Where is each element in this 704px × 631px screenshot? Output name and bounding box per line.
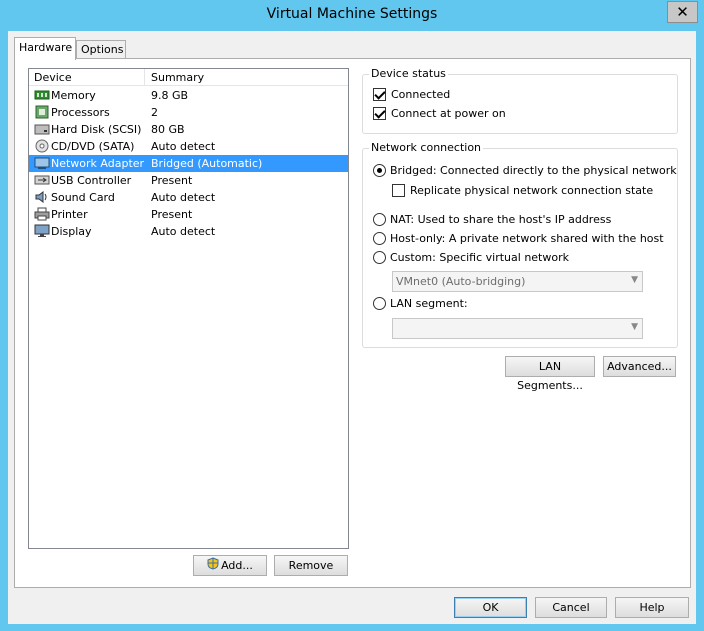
checkbox-box[interactable] [373,88,386,101]
device-summary: Bridged (Automatic) [151,157,263,170]
device-row-usb-controller[interactable]: USB Controller Present [29,172,348,189]
column-header-device[interactable]: Device [34,71,72,84]
hard-disk-icon [34,122,50,136]
radio-circle[interactable] [373,232,386,245]
lan-segments-button[interactable]: LAN Segments... [505,356,595,392]
device-name: Printer [51,208,88,221]
close-icon: ✕ [676,3,689,21]
radio-label: NAT: Used to share the host's IP address [390,213,612,226]
window-title: Virtual Machine Settings [266,6,438,22]
vm-settings-window: Virtual Machine Settings ✕ Hardware Opti… [0,0,704,631]
device-name: USB Controller [51,174,132,187]
column-header-summary[interactable]: Summary [151,71,204,84]
device-name: Processors [51,106,110,119]
network-adapter-icon [34,156,50,170]
hardware-panel: Device Summary Memory 9.8 GB Processors … [14,58,691,588]
close-button[interactable]: ✕ [667,1,698,23]
device-name: Hard Disk (SCSI) [51,123,142,136]
checkbox-box[interactable] [392,184,405,197]
device-summary: 9.8 GB [151,89,189,102]
title-bar[interactable]: Virtual Machine Settings ✕ [0,0,704,32]
help-button[interactable]: Help [615,597,689,618]
chevron-down-icon[interactable]: ▼ [631,322,638,332]
device-summary: Auto detect [151,225,216,238]
device-summary: Auto detect [151,140,216,153]
device-summary: 2 [151,106,158,119]
column-separator[interactable] [144,69,145,86]
tab-options[interactable]: Options [76,40,126,60]
device-row-network-adapter[interactable]: Network Adapter Bridged (Automatic) [29,155,348,172]
advanced-button[interactable]: Advanced... [603,356,676,377]
network-connection-group: Network connection Bridged: Connected di… [362,141,678,348]
checkbox-label: Connected [391,88,451,101]
device-row-display[interactable]: Display Auto detect [29,223,348,240]
radio-label: LAN segment: [390,297,468,310]
memory-icon [34,88,50,102]
radio-circle[interactable] [373,164,386,177]
shield-icon [207,556,219,576]
chevron-down-icon[interactable]: ▼ [631,275,638,285]
cd-dvd-icon [34,139,50,153]
ok-button[interactable]: OK [454,597,527,618]
radio-circle[interactable] [373,251,386,264]
radio-label: Bridged: Connected directly to the physi… [390,164,677,177]
custom-network-value: VMnet0 (Auto-bridging) [396,275,526,288]
add-button-label: Add... [221,559,253,572]
device-summary: Present [151,208,193,221]
custom-network-select[interactable]: VMnet0 (Auto-bridging) ▼ [392,271,643,292]
device-summary: Auto detect [151,191,216,204]
device-list[interactable]: Device Summary Memory 9.8 GB Processors … [28,68,349,549]
radio-label: Host-only: A private network shared with… [390,232,664,245]
device-row-cd-dvd[interactable]: CD/DVD (SATA) Auto detect [29,138,348,155]
device-name: Sound Card [51,191,115,204]
cancel-button[interactable]: Cancel [535,597,607,618]
device-row-memory[interactable]: Memory 9.8 GB [29,87,348,104]
device-name: Network Adapter [51,157,145,170]
radio-label: Custom: Specific virtual network [390,251,569,264]
radio-circle[interactable] [373,213,386,226]
device-status-title: Device status [369,67,448,80]
dialog-client: Hardware Options Device Summary Memory 9… [8,31,696,624]
checkbox-label: Replicate physical network connection st… [410,184,654,197]
add-button[interactable]: Add... [193,555,267,576]
lan-segment-select[interactable]: ▼ [392,318,643,339]
device-summary: Present [151,174,193,187]
device-row-hard-disk[interactable]: Hard Disk (SCSI) 80 GB [29,121,348,138]
processor-icon [34,105,50,119]
device-name: Memory [51,89,96,102]
device-row-sound-card[interactable]: Sound Card Auto detect [29,189,348,206]
network-connection-title: Network connection [369,141,484,154]
radio-circle[interactable] [373,297,386,310]
device-name: Display [51,225,92,238]
device-row-printer[interactable]: Printer Present [29,206,348,223]
checkbox-label: Connect at power on [391,107,506,120]
printer-icon [34,207,50,221]
checkbox-box[interactable] [373,107,386,120]
device-status-group: Device status Connected Connect at power… [362,67,678,134]
sound-card-icon [34,190,50,204]
device-summary: 80 GB [151,123,185,136]
device-name: CD/DVD (SATA) [51,140,135,153]
list-header: Device Summary [29,69,348,86]
tab-hardware[interactable]: Hardware [14,37,76,60]
usb-icon [34,173,50,187]
remove-button[interactable]: Remove [274,555,348,576]
display-icon [34,224,50,238]
device-row-processors[interactable]: Processors 2 [29,104,348,121]
